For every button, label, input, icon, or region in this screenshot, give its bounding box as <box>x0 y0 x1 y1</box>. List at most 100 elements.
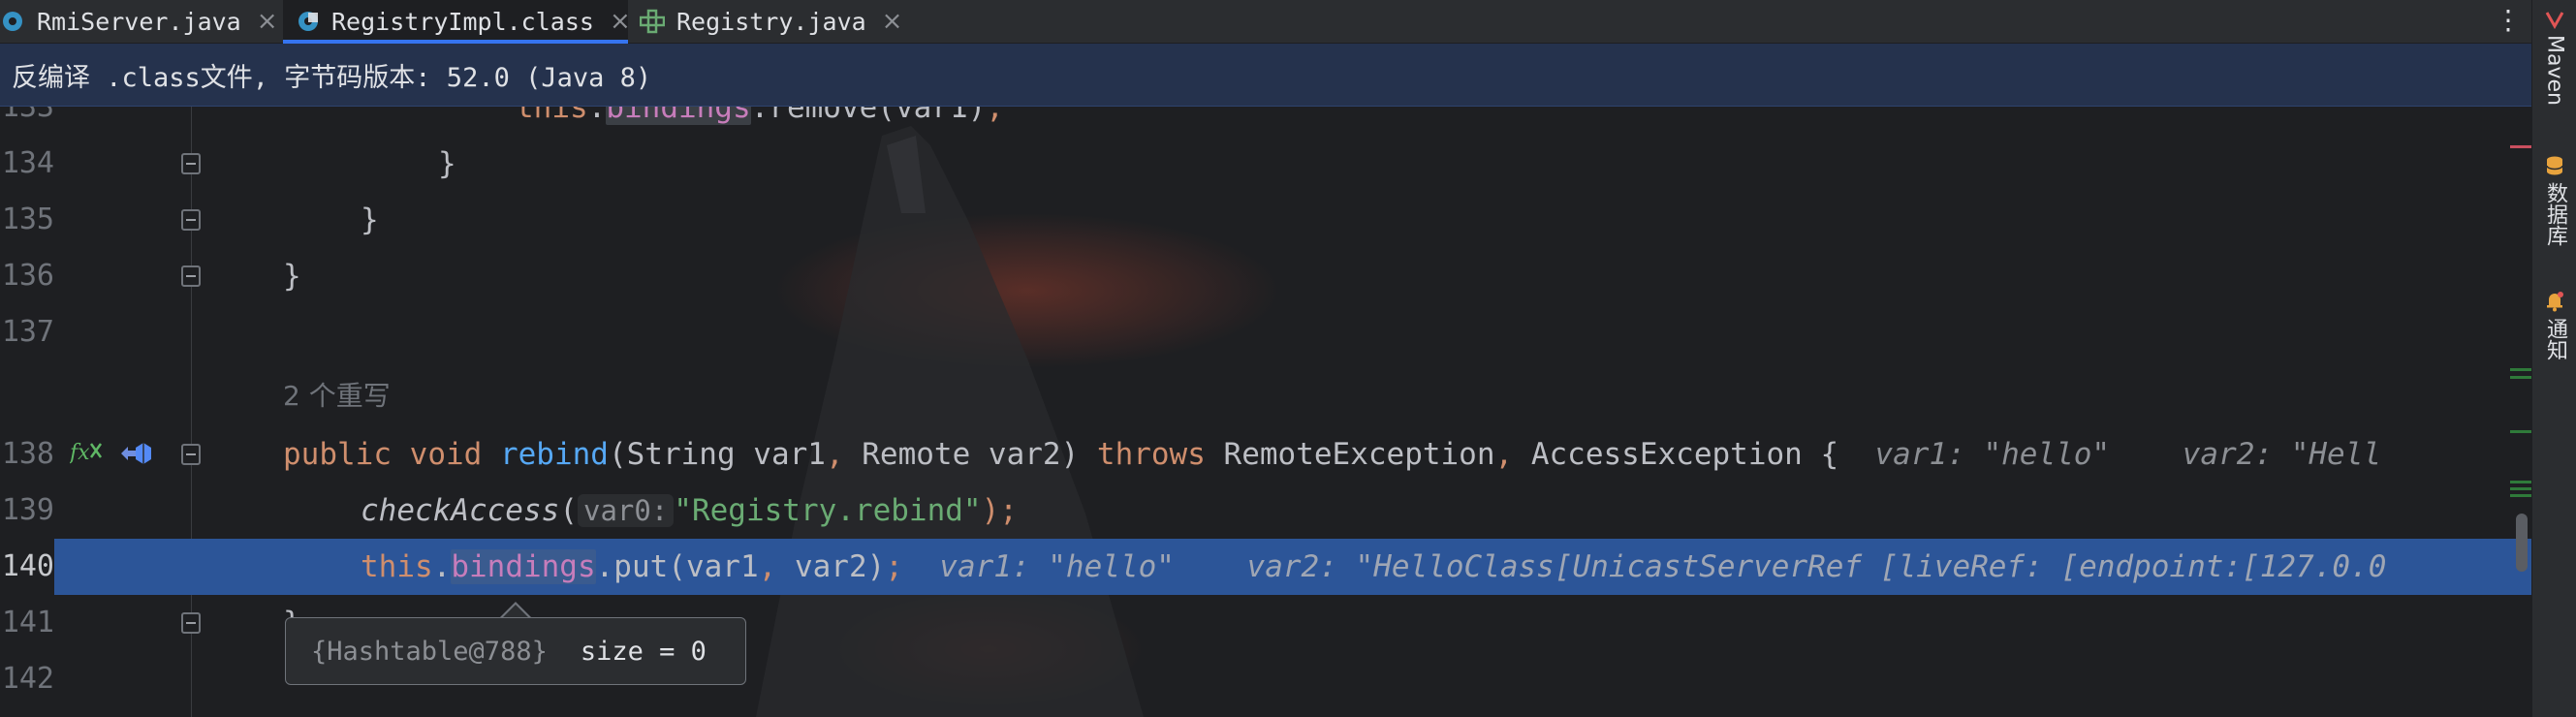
line-number: 133 <box>1 107 54 124</box>
field-name: bindings <box>606 107 751 125</box>
function-breakpoint-icon[interactable]: fx <box>68 438 103 471</box>
punct: , <box>1494 437 1514 472</box>
line-number: 137 <box>1 315 54 349</box>
override-method-icon[interactable] <box>118 438 153 471</box>
java-class-icon <box>0 9 25 34</box>
vertical-scrollbar-thumb[interactable] <box>2516 514 2528 572</box>
tab-registry[interactable]: Registry.java × <box>640 0 903 43</box>
banner-text: 反编译 .class文件, 字节码版本: 52.0 (Java 8) <box>12 62 652 93</box>
more-tabs-menu-icon[interactable]: ⋮ <box>2495 4 2522 36</box>
ide-window: RmiServer.java × RegistryImpl.class × Re… <box>0 0 2576 717</box>
code-text: } <box>438 146 456 181</box>
interface-icon <box>640 9 665 34</box>
code-text: } <box>283 259 301 294</box>
error-stripe-mark[interactable] <box>2510 430 2531 433</box>
value-tooltip[interactable]: {Hashtable@788} size = 0 <box>285 617 746 685</box>
overrides-inlay-hint[interactable]: 2 个重写 <box>283 368 391 424</box>
exception: RemoteException <box>1205 437 1495 472</box>
fold-marker-icon[interactable] <box>181 209 201 231</box>
tab-label: RmiServer.java <box>37 7 241 36</box>
code-line-137: 137 <box>0 304 2531 360</box>
code-text: this.bindings.remove(var1); <box>516 107 1004 136</box>
line-number: 135 <box>1 203 54 236</box>
compiled-class-icon <box>297 9 320 34</box>
line-number: 139 <box>1 493 54 527</box>
code-line-135: 135 } <box>0 192 2531 248</box>
line-number: 140 <box>0 539 54 595</box>
code-line-138: 138 fx public void rebind(String var1, R… <box>0 426 2531 483</box>
keyword: throws <box>1096 437 1206 472</box>
tab-label: RegistryImpl.class <box>331 7 594 36</box>
database-icon <box>2546 156 2563 175</box>
string-literal: "Registry.rebind" <box>674 493 982 528</box>
fold-marker-icon[interactable] <box>181 612 201 634</box>
line-number: 141 <box>1 606 54 639</box>
fold-marker-icon[interactable] <box>181 153 201 174</box>
fold-marker-icon[interactable] <box>181 265 201 287</box>
code-text: public void rebind(String var1, Remote v… <box>283 426 2381 483</box>
error-stripe-mark[interactable] <box>2510 368 2531 371</box>
error-stripe-mark[interactable] <box>2510 494 2531 497</box>
params: (String var1 <box>608 437 826 472</box>
line-number: 134 <box>1 146 54 180</box>
close-icon[interactable]: × <box>257 7 278 36</box>
tool-label: Maven <box>2542 35 2567 106</box>
params: Remote var2) <box>843 437 1097 472</box>
right-tool-window-bar: Maven 数据库 通知 <box>2531 0 2576 717</box>
debugger-inline-values: var1: "hello" var2: "HelloClass[UnicastS… <box>902 549 2387 584</box>
keyword: void <box>409 437 483 472</box>
debugger-inline-values: var1: "hello" var2: "Hell <box>1838 437 2382 472</box>
code-line-133: 133 this.bindings.remove(var1); <box>0 107 2531 136</box>
line-number: 136 <box>1 259 54 293</box>
punct: ; <box>986 107 1004 125</box>
method-call: checkAccess <box>361 493 560 528</box>
tab-rmiserver[interactable]: RmiServer.java × <box>0 0 281 43</box>
decompiled-banner: 反编译 .class文件, 字节码版本: 52.0 (Java 8) <box>0 44 2531 107</box>
gutter-icons: fx <box>68 426 153 483</box>
code-line-139: 139 checkAccess(var0: "Registry.rebind"); <box>0 483 2531 539</box>
object-size: size = 0 <box>580 636 707 667</box>
notification-bell-icon <box>2547 292 2563 312</box>
call: var2) <box>776 549 886 584</box>
close-icon[interactable]: × <box>882 7 903 36</box>
error-stripe-mark[interactable] <box>2510 145 2531 148</box>
code-text: checkAccess(var0: "Registry.rebind"); <box>361 483 1018 539</box>
punct: . <box>432 549 452 584</box>
exception: AccessException { <box>1513 437 1839 472</box>
keyword: this <box>516 107 588 125</box>
editor-tab-bar: RmiServer.java × RegistryImpl.class × Re… <box>0 0 2531 44</box>
error-stripe-mark[interactable] <box>2510 376 2531 379</box>
svg-text:fx: fx <box>70 441 90 465</box>
call: .remove(var1) <box>750 107 987 125</box>
punct: ); <box>981 493 1018 528</box>
line-number: 142 <box>1 662 54 696</box>
maven-tool-button[interactable]: Maven <box>2532 10 2576 106</box>
maven-icon <box>2545 12 2564 29</box>
field-name: bindings <box>451 549 596 584</box>
database-tool-button[interactable]: 数据库 <box>2532 155 2576 246</box>
punct: , <box>758 549 777 584</box>
code-text: this.bindings.put(var1, var2); var1: "he… <box>361 539 2386 595</box>
punct: ( <box>559 493 578 528</box>
punct: . <box>587 107 607 125</box>
close-icon[interactable]: × <box>610 7 631 36</box>
call: .put(var1 <box>595 549 759 584</box>
punct: ; <box>885 549 903 584</box>
code-text: } <box>361 203 379 237</box>
tool-label: 数据库 <box>2543 182 2567 246</box>
code-line-140-execution-point: 140 this.bindings.put(var1, var2); var1:… <box>0 539 2531 595</box>
tooltip-arrow <box>502 605 529 618</box>
error-stripe-mark[interactable] <box>2510 481 2531 483</box>
code-editor[interactable]: 133 this.bindings.remove(var1); 134 } 13… <box>0 107 2531 717</box>
tab-registryimpl[interactable]: RegistryImpl.class × <box>283 0 631 44</box>
keyword: this <box>361 549 433 584</box>
keyword: public <box>283 437 392 472</box>
line-number: 138 <box>1 437 54 471</box>
tab-label: Registry.java <box>676 7 866 36</box>
notifications-tool-button[interactable]: 通知 <box>2532 291 2576 360</box>
error-stripe-mark[interactable] <box>2510 487 2531 490</box>
parameter-hint: var0: <box>577 494 675 527</box>
fold-marker-icon[interactable] <box>181 444 201 465</box>
punct: , <box>825 437 844 472</box>
code-line-134: 134 } <box>0 136 2531 192</box>
